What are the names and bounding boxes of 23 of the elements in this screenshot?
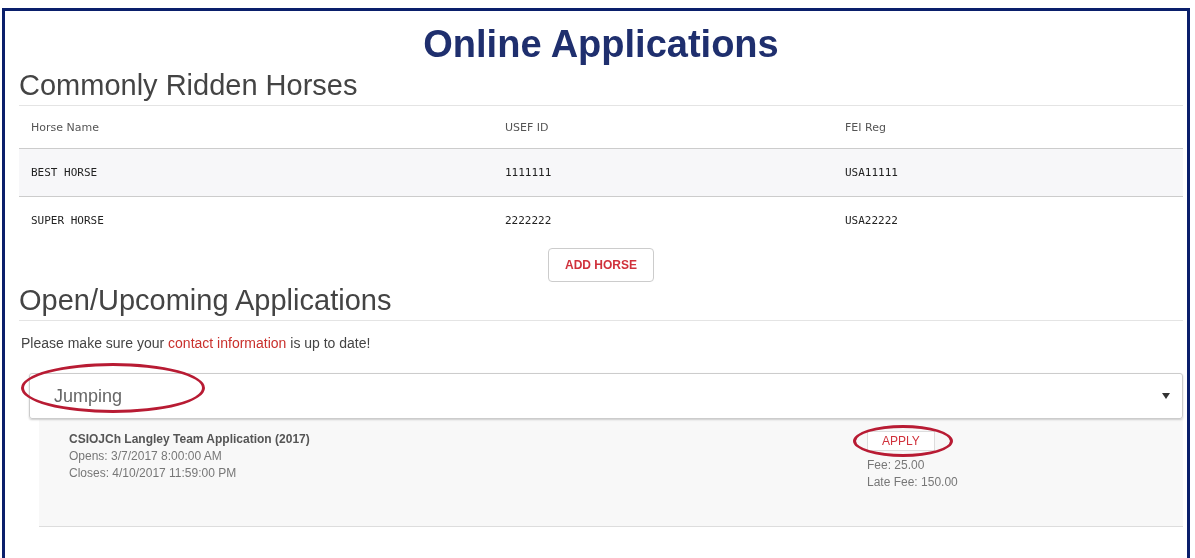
add-horse-button[interactable]: ADD HORSE [548, 248, 654, 282]
page-title: Online Applications [422, 22, 780, 67]
table-cell-text: 2222222 [505, 214, 553, 227]
column-header: Horse Name [31, 120, 100, 134]
table-cell-text: USA11111 [845, 166, 899, 179]
table-cell-text: BEST HORSE [31, 166, 99, 179]
fee-text: Fee: 25.00 [867, 457, 925, 474]
column-header: USEF ID [505, 120, 550, 134]
notice-text: Please make sure your contact information is up to date! [21, 335, 372, 351]
discipline-select[interactable]: Jumping [29, 373, 1183, 419]
late-fee-text: Late Fee: 150.00 [867, 474, 958, 491]
table-cell-text: USA22222 [845, 214, 899, 227]
table-cell-text: 1111111 [505, 166, 553, 179]
table-cell-text: SUPER HORSE [31, 214, 105, 227]
column-header: FEI Reg [845, 120, 887, 134]
application-name: CSIOJCh Langley Team Application (2017) [69, 431, 311, 448]
opens-date: Opens: 3/7/2017 8:00:00 AM [69, 448, 223, 465]
closes-date: Closes: 4/10/2017 11:59:00 PM [69, 465, 238, 482]
apply-button[interactable]: APPLY [867, 431, 935, 451]
section-heading: Open/Upcoming Applications [19, 282, 1183, 321]
section-heading: Commonly Ridden Horses [19, 67, 1183, 106]
caret-icon [1162, 393, 1170, 399]
contact-information-link[interactable]: contact information [168, 335, 287, 351]
